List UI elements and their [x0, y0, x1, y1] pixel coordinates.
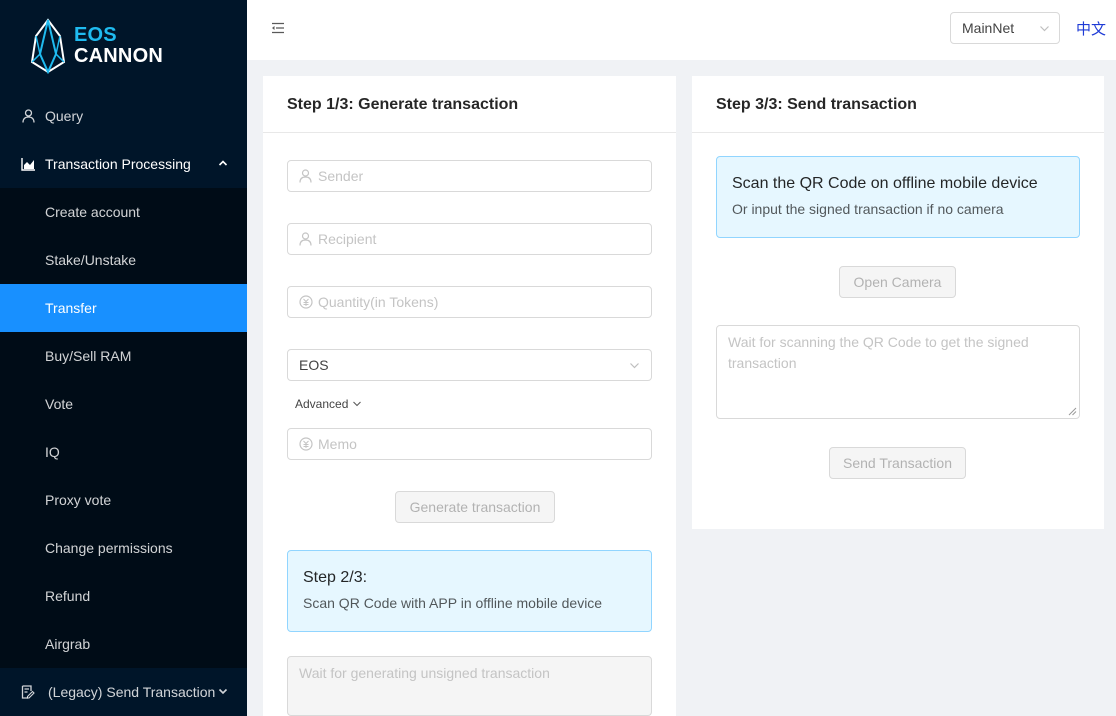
sidebar-item-label: (Legacy) Send Transaction: [48, 684, 216, 700]
menu-fold-icon[interactable]: [271, 21, 285, 35]
step2-description: Scan QR Code with APP in offline mobile …: [303, 595, 603, 611]
sender-input[interactable]: Sender: [287, 160, 652, 192]
sender-placeholder: Sender: [318, 168, 364, 184]
sidebar-item-proxy-vote[interactable]: Proxy vote: [0, 476, 247, 524]
step3-info-title: Scan the QR Code on offline mobile devic…: [732, 175, 1038, 192]
sidebar-item-create-account[interactable]: Create account: [0, 188, 247, 236]
sidebar-item-airgrab[interactable]: Airgrab: [0, 620, 247, 668]
transaction-submenu: Create account Stake/Unstake Transfer Bu…: [0, 188, 247, 668]
area-chart-icon: [20, 156, 36, 172]
form-icon: [20, 684, 36, 700]
chevron-down-icon: [353, 401, 362, 407]
sidebar-item-label: Query: [45, 108, 84, 124]
send-transaction-card: Step 3/3: Send transaction Scan the QR C…: [692, 76, 1104, 529]
sidebar-item-change-permissions[interactable]: Change permissions: [0, 524, 247, 572]
generate-transaction-card: Step 1/3: Generate transaction Sender Re…: [263, 76, 676, 716]
sidebar-item-label: Create account: [45, 204, 140, 220]
token-select-value: EOS: [299, 357, 329, 373]
advanced-label: Advanced: [295, 397, 349, 411]
sidebar-item-label: Transfer: [45, 300, 97, 316]
step3-info-box: Scan the QR Code on offline mobile devic…: [716, 156, 1080, 238]
network-select[interactable]: MainNet: [950, 12, 1060, 44]
user-icon: [299, 169, 313, 183]
open-camera-button[interactable]: Open Camera: [839, 266, 956, 298]
pay-circle-icon: [299, 437, 313, 451]
chevron-down-icon: [218, 688, 228, 695]
sidebar-item-vote[interactable]: Vote: [0, 380, 247, 428]
sidebar-item-buy-sell-ram[interactable]: Buy/Sell RAM: [0, 332, 247, 380]
logo[interactable]: EOS CANNON: [0, 0, 247, 92]
recipient-placeholder: Recipient: [318, 231, 377, 247]
memo-input[interactable]: Memo: [287, 428, 652, 460]
memo-placeholder: Memo: [318, 436, 357, 452]
advanced-toggle[interactable]: Advanced: [295, 397, 362, 411]
sidebar-item-stake-unstake[interactable]: Stake/Unstake: [0, 236, 247, 284]
sidebar-item-label: Proxy vote: [45, 492, 112, 508]
sidebar-item-label: Stake/Unstake: [45, 252, 137, 268]
sidebar-item-transfer[interactable]: Transfer: [0, 284, 247, 332]
step2-title: Step 2/3:: [303, 569, 368, 586]
card-title: Step 3/3: Send transaction: [692, 76, 1104, 133]
brand-name: EOS CANNON: [74, 25, 163, 67]
sidebar-item-query[interactable]: Query: [0, 92, 247, 140]
signed-transaction-textarea[interactable]: Wait for scanning the QR Code to get the…: [716, 325, 1080, 419]
sidebar-item-refund[interactable]: Refund: [0, 572, 247, 620]
recipient-input[interactable]: Recipient: [287, 223, 652, 255]
chevron-down-icon: [630, 363, 639, 369]
brand-line1: EOS: [74, 24, 117, 46]
generate-transaction-button[interactable]: Generate transaction: [395, 491, 555, 523]
top-header: MainNet 中文: [247, 0, 1116, 60]
language-switch-link[interactable]: 中文: [1076, 18, 1106, 39]
user-icon: [299, 232, 313, 246]
brand-line2: CANNON: [74, 45, 163, 67]
sidebar-item-label: Airgrab: [45, 636, 91, 652]
sidebar-item-label: Change permissions: [45, 540, 173, 556]
eos-logo-icon: [30, 18, 66, 74]
send-transaction-button[interactable]: Send Transaction: [829, 447, 966, 479]
sidebar-item-iq[interactable]: IQ: [0, 428, 247, 476]
sidebar-item-label: Vote: [45, 396, 74, 412]
quantity-input[interactable]: Quantity(in Tokens): [287, 286, 652, 318]
sidebar-item-transaction-processing[interactable]: Transaction Processing: [0, 140, 247, 188]
chevron-up-icon: [218, 160, 228, 166]
unsigned-transaction-textarea[interactable]: Wait for generating unsigned transaction: [287, 656, 652, 716]
card-title: Step 1/3: Generate transaction: [263, 76, 676, 133]
user-icon: [20, 108, 36, 124]
sidebar-item-label: IQ: [45, 444, 60, 460]
quantity-placeholder: Quantity(in Tokens): [318, 294, 439, 310]
sidebar-item-label: Refund: [45, 588, 91, 604]
pay-circle-icon: [299, 295, 313, 309]
sidebar: EOS CANNON Query Transaction Processing …: [0, 0, 247, 716]
chevron-down-icon: [1040, 26, 1049, 32]
network-select-value: MainNet: [962, 20, 1015, 36]
sidebar-item-label: Transaction Processing: [45, 156, 191, 172]
sidebar-item-legacy-send-transaction[interactable]: (Legacy) Send Transaction: [0, 668, 247, 716]
step3-info-description: Or input the signed transaction if no ca…: [732, 201, 1004, 217]
sidebar-item-label: Buy/Sell RAM: [45, 348, 132, 364]
signed-transaction-placeholder: Wait for scanning the QR Code to get the…: [728, 334, 1029, 371]
resize-handle-icon[interactable]: [1068, 407, 1077, 416]
token-select[interactable]: EOS: [287, 349, 652, 381]
step2-info-box: Step 2/3: Scan QR Code with APP in offli…: [287, 550, 652, 632]
